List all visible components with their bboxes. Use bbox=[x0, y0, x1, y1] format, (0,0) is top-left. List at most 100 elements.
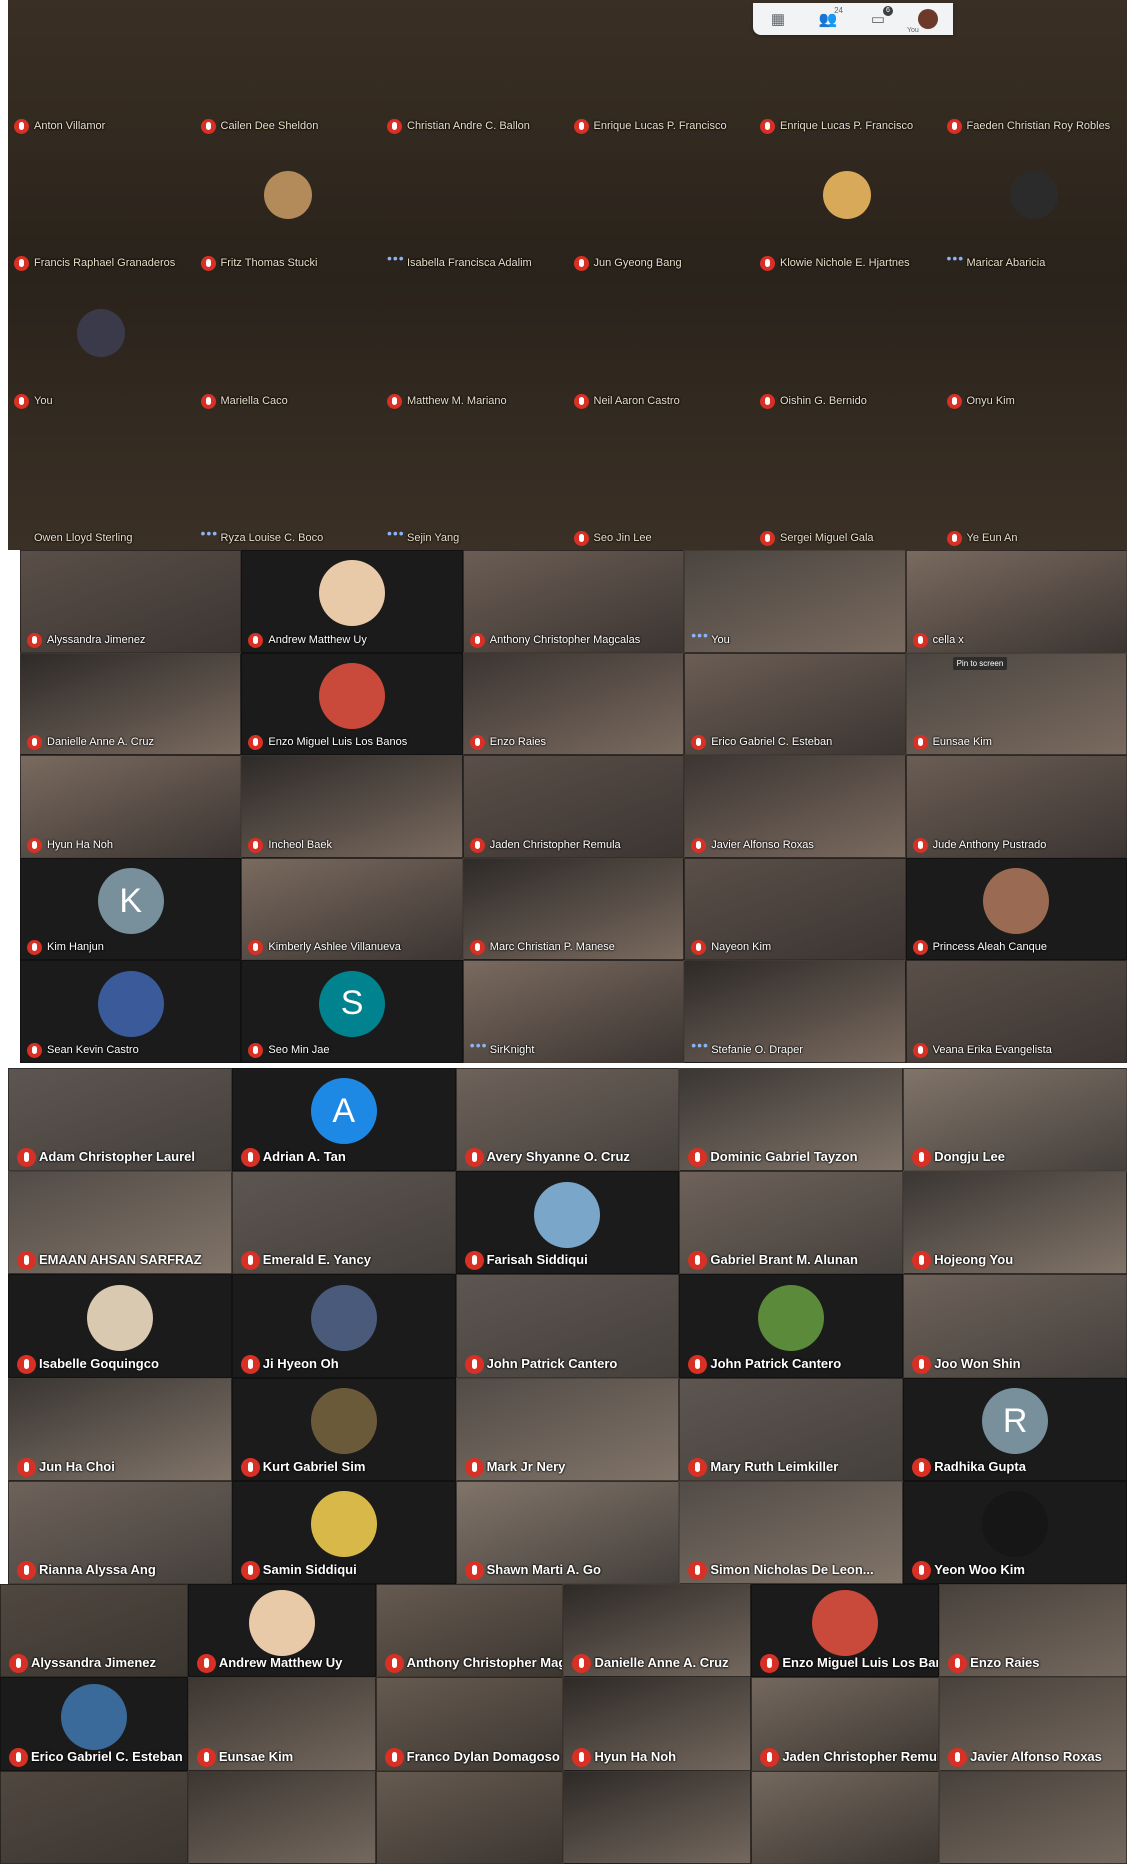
participant-tile[interactable]: EMAAN AHSAN SARFRAZ bbox=[8, 1171, 232, 1275]
participant-tile[interactable]: Sean Kevin Castro bbox=[20, 960, 242, 1063]
participant-tile[interactable]: Avery Shyanne O. Cruz bbox=[455, 1068, 680, 1172]
participant-tile[interactable]: Faeden Christian Roy Robles bbox=[941, 0, 1127, 138]
mic-off-icon bbox=[572, 1654, 592, 1674]
participant-tile[interactable]: Alyssandra Jimenez bbox=[0, 1584, 188, 1678]
participant-tile[interactable]: Jaden Christopher Remula bbox=[462, 755, 685, 858]
participant-tile[interactable]: Nayeon Kim bbox=[684, 857, 906, 961]
participant-tile[interactable]: Danielle Anne A. Cruz bbox=[20, 652, 242, 756]
participant-tile[interactable]: Seo Jin Lee bbox=[568, 413, 755, 551]
participant-tile[interactable] bbox=[939, 1770, 1127, 1864]
participant-avatar bbox=[97, 970, 164, 1037]
participant-tile[interactable] bbox=[0, 1770, 188, 1864]
participant-tile[interactable]: John Patrick Cantero bbox=[679, 1274, 904, 1378]
participant-tile[interactable]: Jun Ha Choi bbox=[8, 1377, 232, 1481]
participant-tile[interactable]: Adam Christopher Laurel bbox=[8, 1068, 232, 1172]
participant-tile[interactable]: ••• Maricar Abaricia bbox=[941, 138, 1127, 276]
participant-tile[interactable]: Shawn Marti A. Go bbox=[455, 1480, 680, 1584]
participant-tile[interactable]: R Radhika Gupta bbox=[903, 1377, 1127, 1481]
participant-tile[interactable]: Isabelle Goquingco bbox=[8, 1274, 232, 1378]
participant-tile[interactable]: A Adrian A. Tan bbox=[231, 1068, 456, 1172]
participant-avatar bbox=[310, 1284, 377, 1351]
participant-tile[interactable]: Owen Lloyd Sterling bbox=[8, 413, 195, 551]
participant-tile[interactable]: Enzo Miguel Luis Los Banos bbox=[751, 1584, 940, 1678]
participant-tile[interactable]: Samin Siddiqui bbox=[231, 1480, 456, 1584]
participant-tile[interactable]: Rianna Alyssa Ang bbox=[8, 1480, 232, 1584]
participant-tile[interactable]: cella x bbox=[905, 550, 1127, 653]
self-avatar[interactable]: You bbox=[903, 3, 953, 35]
participant-tile[interactable]: Dominic Gabriel Tayzon bbox=[679, 1068, 904, 1172]
participant-tile[interactable]: ••• SirKnight bbox=[462, 960, 685, 1063]
participant-tile[interactable]: Franco Dylan Domagoso bbox=[375, 1677, 564, 1771]
participant-tile[interactable]: Jun Gyeong Bang bbox=[568, 138, 755, 276]
participant-tile[interactable]: Neil Aaron Castro bbox=[568, 275, 755, 413]
participant-tile[interactable]: Princess Aleah Canque bbox=[905, 857, 1127, 961]
participant-tile[interactable]: Cailen Dee Sheldon bbox=[195, 0, 382, 138]
participant-name: Matthew M. Mariano bbox=[407, 394, 507, 407]
participant-tile[interactable]: S Seo Min Jae bbox=[241, 960, 463, 1063]
participant-tile[interactable]: Francis Raphael Granaderos bbox=[8, 138, 195, 276]
participant-tile[interactable]: Hyun Ha Noh bbox=[563, 1677, 752, 1771]
participant-tile[interactable]: Fritz Thomas Stucki bbox=[195, 138, 382, 276]
participant-tile[interactable]: Farisah Siddiqui bbox=[455, 1171, 680, 1275]
participant-tile[interactable] bbox=[563, 1770, 752, 1864]
participant-tile[interactable]: Alyssandra Jimenez bbox=[20, 550, 242, 653]
participant-tile[interactable]: John Patrick Cantero bbox=[455, 1274, 680, 1378]
participant-tile[interactable]: Onyu Kim bbox=[941, 275, 1127, 413]
participant-tile[interactable]: Jude Anthony Pustrado bbox=[905, 755, 1127, 858]
participant-tile[interactable]: Oishin G. Bernido bbox=[754, 275, 941, 413]
participant-tile[interactable]: Hyun Ha Noh bbox=[20, 755, 242, 858]
chat-icon[interactable]: ▭ 6 bbox=[853, 3, 903, 35]
participant-tile[interactable]: Emerald E. Yancy bbox=[231, 1171, 456, 1275]
participant-tile[interactable]: Enzo Raies bbox=[462, 652, 685, 756]
participant-tile[interactable]: Yeon Woo Kim bbox=[903, 1480, 1127, 1584]
participant-tile[interactable]: Ji Hyeon Oh bbox=[231, 1274, 456, 1378]
participant-tile[interactable]: Kimberly Ashlee Villanueva bbox=[241, 857, 463, 961]
participant-tile[interactable]: Anthony Christopher Magcalas bbox=[462, 550, 685, 653]
participant-tile[interactable]: Matthew M. Mariano bbox=[381, 275, 568, 413]
participant-tile[interactable]: Mark Jr Nery bbox=[455, 1377, 680, 1481]
participant-tile[interactable]: Joo Won Shin bbox=[903, 1274, 1127, 1378]
participant-tile[interactable]: Dongju Lee bbox=[903, 1068, 1127, 1172]
participant-tile[interactable]: Danielle Anne A. Cruz bbox=[563, 1584, 752, 1678]
participant-tile[interactable]: Klowie Nichole E. Hjartnes bbox=[754, 138, 941, 276]
participant-tile[interactable]: ••• Stefanie O. Draper bbox=[684, 960, 906, 1063]
participant-tile[interactable]: Erico Gabriel C. Esteban bbox=[684, 652, 906, 756]
participant-tile[interactable]: Gabriel Brant M. Alunan bbox=[679, 1171, 904, 1275]
participant-tile[interactable]: Andrew Matthew Uy bbox=[187, 1584, 376, 1678]
mic-off-icon bbox=[946, 393, 962, 409]
participant-tile[interactable]: Sergei Miguel Gala bbox=[754, 413, 941, 551]
participant-tile[interactable]: Marc Christian P. Manese bbox=[462, 857, 685, 961]
participant-tile[interactable]: ••• Ryza Louise C. Boco bbox=[195, 413, 382, 551]
participant-tile[interactable]: Andrew Matthew Uy bbox=[241, 550, 463, 653]
participant-tile[interactable]: Erico Gabriel C. Esteban bbox=[0, 1677, 188, 1771]
participant-tile[interactable]: Enzo Raies bbox=[939, 1584, 1127, 1678]
participant-tile[interactable]: Mariella Caco bbox=[195, 275, 382, 413]
participant-tile[interactable]: Jaden Christopher Remula bbox=[751, 1677, 940, 1771]
participant-tile[interactable]: ••• You bbox=[684, 550, 906, 653]
participant-tile[interactable]: ••• Isabella Francisca Adalim bbox=[381, 138, 568, 276]
participant-tile[interactable] bbox=[375, 1770, 564, 1864]
participant-tile[interactable]: Ye Eun An bbox=[941, 413, 1127, 551]
participant-tile[interactable]: Enzo Miguel Luis Los Banos bbox=[241, 652, 463, 756]
participant-tile[interactable]: Enrique Lucas P. Francisco bbox=[568, 0, 755, 138]
participant-tile[interactable] bbox=[187, 1770, 376, 1864]
participant-tile[interactable]: ••• Sejin Yang bbox=[381, 413, 568, 551]
participant-tile[interactable]: Kurt Gabriel Sim bbox=[231, 1377, 456, 1481]
participant-tile[interactable]: Anton Villamor bbox=[8, 0, 195, 138]
participant-tile[interactable]: Mary Ruth Leimkiller bbox=[679, 1377, 904, 1481]
participant-tile[interactable]: You bbox=[8, 275, 195, 413]
participant-tile[interactable]: Hojeong You bbox=[903, 1171, 1127, 1275]
participant-tile[interactable]: Javier Alfonso Roxas bbox=[939, 1677, 1127, 1771]
people-icon[interactable]: 👥 24 bbox=[803, 3, 853, 35]
participant-tile[interactable]: Incheol Baek bbox=[241, 755, 463, 858]
participant-tile[interactable]: Simon Nicholas De Leon... bbox=[679, 1480, 904, 1584]
participant-tile[interactable]: Anthony Christopher Magca... bbox=[375, 1584, 564, 1678]
participant-tile[interactable]: Eunsae Kim bbox=[187, 1677, 376, 1771]
grid-icon[interactable]: ▦ bbox=[753, 3, 803, 35]
participant-tile[interactable] bbox=[751, 1770, 940, 1864]
participant-tile[interactable]: Pin to screen Eunsae Kim bbox=[905, 652, 1127, 756]
participant-tile[interactable]: K Kim Hanjun bbox=[20, 857, 242, 961]
participant-tile[interactable]: Christian Andre C. Ballon bbox=[381, 0, 568, 138]
participant-tile[interactable]: Javier Alfonso Roxas bbox=[684, 755, 906, 858]
participant-tile[interactable]: Veana Erika Evangelista bbox=[905, 960, 1127, 1063]
